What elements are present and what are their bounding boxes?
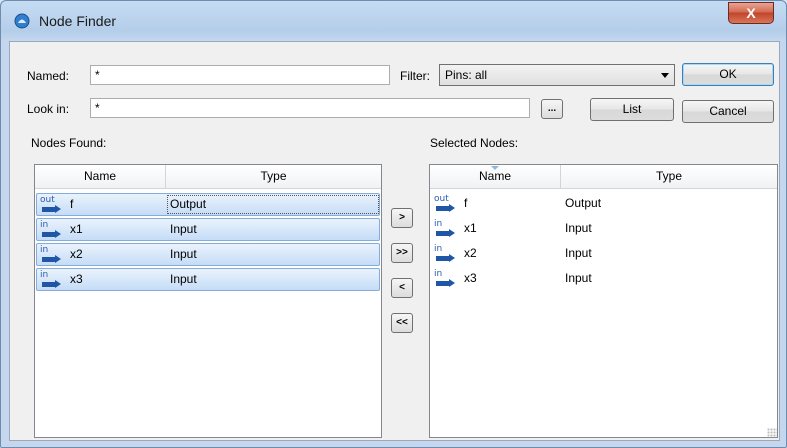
table-row[interactable]: in x2 Input <box>36 243 380 266</box>
node-type: Input <box>170 222 197 236</box>
dialog-body: Named: * Filter: Pins: all OK Look in: *… <box>9 41 780 441</box>
input-pin-icon: in <box>434 245 458 263</box>
column-header-name[interactable]: Name <box>35 165 166 189</box>
nodes-found-label: Nodes Found: <box>31 136 107 150</box>
input-pin-icon: in <box>434 220 458 238</box>
table-row[interactable]: in x3 Input <box>431 268 777 291</box>
node-finder-window: Node Finder X Named: * Filter: Pins: all… <box>0 0 787 448</box>
app-icon <box>14 13 30 29</box>
nodes-found-list[interactable]: Name Type out f Output in x1 Input in x2… <box>34 164 382 438</box>
input-pin-icon: in <box>40 246 64 264</box>
node-name: f <box>70 197 74 211</box>
node-type: Input <box>170 272 197 286</box>
table-row[interactable]: out f Output <box>36 193 380 216</box>
remove-selected-button[interactable]: < <box>391 278 413 298</box>
close-icon: X <box>746 5 756 21</box>
node-type: Output <box>565 196 602 210</box>
cancel-button[interactable]: Cancel <box>682 100 774 123</box>
node-type: Input <box>565 221 592 235</box>
add-selected-button[interactable]: > <box>391 208 413 228</box>
node-name: x3 <box>464 271 477 285</box>
output-pin-icon: out <box>434 195 458 213</box>
output-pin-icon: out <box>40 196 64 214</box>
ok-button[interactable]: OK <box>682 63 774 86</box>
column-header-type[interactable]: Type <box>561 165 777 189</box>
node-name: x1 <box>464 221 477 235</box>
input-pin-icon: in <box>40 271 64 289</box>
node-type: Output <box>170 197 207 211</box>
title-bar[interactable]: Node Finder X <box>1 1 786 41</box>
input-pin-icon: in <box>40 221 64 239</box>
filter-select[interactable]: Pins: all <box>439 64 675 86</box>
remove-all-button[interactable]: << <box>391 313 413 333</box>
add-all-button[interactable]: >> <box>391 243 413 263</box>
filter-label: Filter: <box>400 69 430 83</box>
column-header-type[interactable]: Type <box>166 165 381 189</box>
column-header-name[interactable]: Name <box>430 165 561 189</box>
look-in-label: Look in: <box>27 102 70 116</box>
named-input[interactable]: * <box>90 65 390 85</box>
node-name: x2 <box>70 247 83 261</box>
close-button[interactable]: X <box>728 2 774 24</box>
node-type: Input <box>170 247 197 261</box>
table-row[interactable]: in x2 Input <box>431 243 777 266</box>
table-row[interactable]: in x3 Input <box>36 268 380 291</box>
named-label: Named: <box>27 69 70 83</box>
table-row[interactable]: out f Output <box>431 193 777 216</box>
node-type: Input <box>565 246 592 260</box>
node-name: x1 <box>70 222 83 236</box>
node-name: x2 <box>464 246 477 260</box>
browse-button[interactable]: ... <box>541 99 563 119</box>
chevron-down-icon <box>661 73 669 78</box>
table-row[interactable]: in x1 Input <box>36 218 380 241</box>
input-pin-icon: in <box>434 270 458 288</box>
node-name: f <box>464 196 468 210</box>
table-row[interactable]: in x1 Input <box>431 218 777 241</box>
selected-nodes-list[interactable]: Name Type out f Output in x1 Input in x2… <box>429 164 778 438</box>
node-type: Input <box>565 271 592 285</box>
resize-grip-icon[interactable] <box>767 428 777 438</box>
selected-nodes-label: Selected Nodes: <box>430 136 519 150</box>
look-in-input[interactable]: * <box>90 98 530 118</box>
node-name: x3 <box>70 272 83 286</box>
window-title: Node Finder <box>39 13 117 29</box>
list-button[interactable]: List <box>590 98 674 121</box>
filter-selected-value: Pins: all <box>445 68 488 82</box>
